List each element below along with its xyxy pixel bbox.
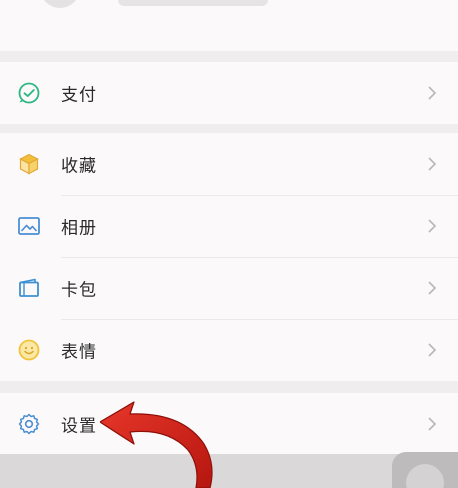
favorites-cube-icon: [19, 153, 39, 175]
profile-name-placeholder: [118, 0, 268, 6]
menu-item-label: 支付: [61, 85, 97, 106]
menu-item-settings[interactable]: 设置: [0, 393, 458, 455]
menu-item-album[interactable]: 相册: [0, 195, 458, 257]
menu-item-card-wallet[interactable]: 卡包: [0, 257, 458, 319]
avatar[interactable]: [40, 0, 80, 8]
menu-item-label: 收藏: [61, 156, 97, 177]
main-menu-group: 收藏 相册 卡包 表情: [0, 133, 458, 381]
chevron-right-icon: [428, 86, 437, 100]
profile-header[interactable]: [0, 0, 458, 51]
menu-item-label: 表情: [61, 342, 97, 363]
menu-item-label: 相册: [61, 218, 97, 239]
floating-assist-button[interactable]: [392, 452, 458, 488]
annotation-arrow-icon: [100, 401, 213, 488]
chevron-right-icon: [428, 417, 437, 431]
me-tab-screen: 支付 收藏 相册 卡包 表情 设置: [0, 0, 458, 488]
menu-item-favorites[interactable]: 收藏: [0, 133, 458, 195]
menu-item-stickers[interactable]: 表情: [0, 319, 458, 381]
wechat-pay-icon: [18, 82, 40, 104]
menu-item-label: 设置: [61, 416, 97, 437]
menu-item-label: 卡包: [61, 280, 97, 301]
chevron-right-icon: [428, 219, 437, 233]
card-wallet-icon: [19, 278, 39, 297]
pay-group: 支付: [0, 62, 458, 124]
chevron-right-icon: [428, 281, 437, 295]
settings-group: 设置: [0, 393, 458, 455]
chevron-right-icon: [428, 343, 437, 357]
emoji-smile-icon: [18, 339, 40, 361]
gear-icon: [18, 413, 40, 435]
menu-item-pay[interactable]: 支付: [0, 62, 458, 124]
bottom-bar: [0, 454, 458, 488]
chevron-right-icon: [428, 157, 437, 171]
album-image-icon: [18, 217, 40, 235]
